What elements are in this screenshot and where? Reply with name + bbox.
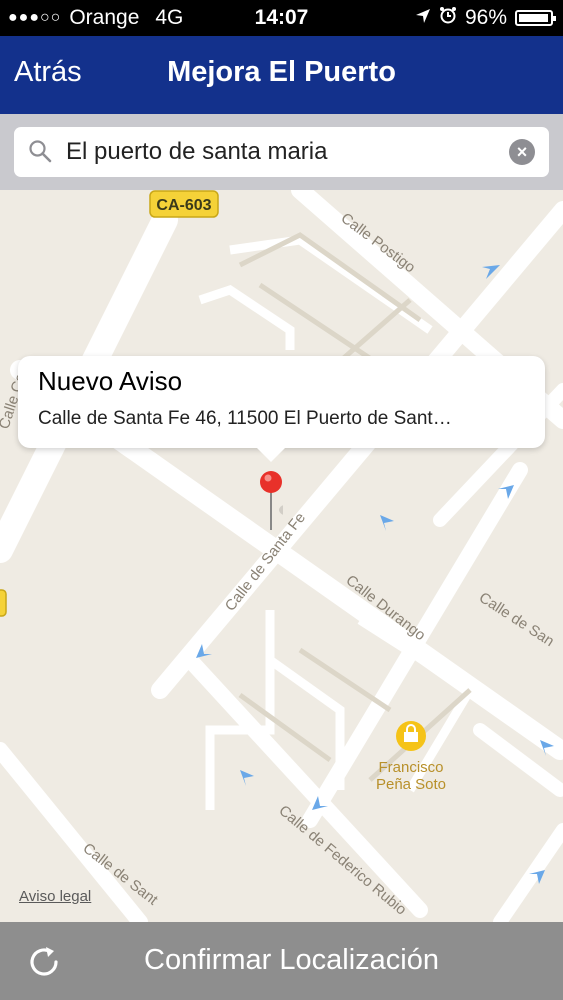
map-pin-icon[interactable] xyxy=(259,470,299,532)
status-right: 96% xyxy=(415,6,556,30)
map-canvas: CA-603 Calle Postigo Calle de Santa Fe C… xyxy=(0,190,563,922)
clear-icon[interactable]: × xyxy=(509,139,535,165)
search-icon xyxy=(28,139,52,168)
road-badge-edge xyxy=(0,589,7,617)
alarm-icon xyxy=(439,6,457,30)
battery-percent: 96% xyxy=(464,6,507,29)
status-bar: ●●●○○ Orange 4G 14:07 96% xyxy=(0,0,563,36)
poi-name-line1: Francisco xyxy=(378,759,443,776)
battery-icon xyxy=(515,10,556,26)
search-bar: El puerto de santa maria × xyxy=(0,114,563,190)
search-value: El puerto de santa maria xyxy=(66,138,328,165)
legal-link[interactable]: Aviso legal xyxy=(19,888,91,905)
location-arrow-icon xyxy=(415,6,431,30)
battery-fill xyxy=(519,14,548,22)
map-view[interactable]: CA-603 Calle Postigo Calle de Santa Fe C… xyxy=(0,190,563,922)
street-label-calle-de-san: Calle de San xyxy=(476,589,557,650)
arrow-federico xyxy=(240,770,254,786)
bottom-bar: Confirmar Localización xyxy=(0,922,563,1000)
block-line-e xyxy=(298,647,392,713)
poi-marker[interactable]: Francisco Peña Soto xyxy=(376,721,446,793)
page-title: Mejora El Puerto xyxy=(167,56,396,88)
callout-address: Calle de Santa Fe 46, 11500 El Puerto de… xyxy=(38,408,452,429)
location-callout[interactable]: Nuevo Aviso Calle de Santa Fe 46, 11500 … xyxy=(18,356,545,462)
search-input[interactable]: El puerto de santa maria × xyxy=(14,127,549,177)
confirm-location-button[interactable]: Confirmar Localización xyxy=(0,944,563,977)
callout-pointer xyxy=(257,448,285,462)
road-badge-ca603: CA-603 xyxy=(149,190,219,218)
arrow-durango xyxy=(380,515,394,531)
nav-bar: Atrás Mejora El Puerto xyxy=(0,36,563,114)
road-badge-label: CA-603 xyxy=(156,197,211,214)
road-bottom-right xyxy=(493,823,563,922)
poi-name-line2: Peña Soto xyxy=(376,776,446,793)
callout-title: Nuevo Aviso xyxy=(38,366,183,396)
